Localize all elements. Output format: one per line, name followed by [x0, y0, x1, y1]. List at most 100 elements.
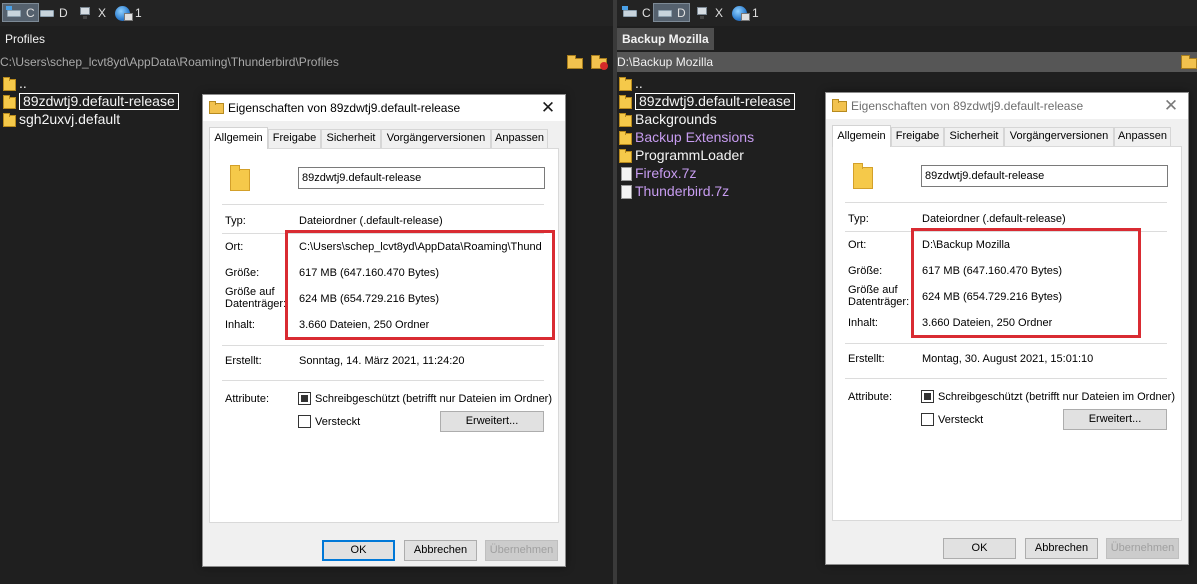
- contents-value: 3.660 Dateien, 250 Ordner: [299, 319, 430, 331]
- drive-1-button[interactable]: 1: [729, 3, 762, 22]
- path-bar: D:\Backup Mozilla: [617, 52, 1197, 72]
- drive-letter: X: [98, 5, 107, 20]
- dialog-titlebar[interactable]: Eigenschaften von 89zdwtj9.default-relea…: [203, 95, 565, 121]
- current-path[interactable]: D:\Backup Mozilla: [617, 55, 713, 69]
- ok-button[interactable]: OK: [322, 540, 395, 561]
- list-item[interactable]: sgh2uxvj.default: [2, 110, 120, 128]
- contents-value: 3.660 Dateien, 250 Ordner: [922, 317, 1053, 329]
- hidden-label[interactable]: Versteckt: [938, 414, 983, 426]
- location-value: D:\Backup Mozilla: [922, 239, 1011, 251]
- drive-letter: 1: [752, 5, 759, 20]
- dialog-titlebar[interactable]: Eigenschaften von 89zdwtj9.default-relea…: [826, 93, 1188, 119]
- cancel-button[interactable]: Abbrechen: [1025, 538, 1098, 559]
- attributes-label: Attribute:: [848, 391, 893, 403]
- location-label: Ort:: [848, 239, 867, 251]
- network-drive-icon: [78, 6, 95, 19]
- pane-tab-bar: Backup Mozilla: [617, 28, 1197, 50]
- attributes-label: Attribute:: [225, 393, 270, 405]
- list-item[interactable]: ProgrammLoader: [618, 146, 744, 164]
- tab-vorgaengerversionen[interactable]: Vorgängerversionen: [1004, 127, 1114, 146]
- apply-button[interactable]: Übernehmen: [1106, 538, 1179, 559]
- apply-button[interactable]: Übernehmen: [485, 540, 558, 561]
- properties-dialog-left: Eigenschaften von 89zdwtj9.default-relea…: [202, 94, 566, 567]
- drive-d-button[interactable]: D: [36, 3, 71, 22]
- readonly-label[interactable]: Schreibgeschützt (betrifft nur Dateien i…: [938, 391, 1175, 403]
- drive-icon: [657, 6, 674, 19]
- list-item[interactable]: Firefox.7z: [618, 164, 696, 182]
- divider: [222, 233, 544, 234]
- folder-name-input[interactable]: [921, 165, 1168, 187]
- tab-allgemein[interactable]: Allgemein: [832, 125, 891, 147]
- list-item[interactable]: Backup Extensions: [618, 128, 754, 146]
- system-drive-icon: [622, 6, 639, 19]
- tab-sicherheit[interactable]: Sicherheit: [944, 127, 1004, 146]
- drive-bar: C D X 1: [0, 0, 613, 26]
- path-bar: C:\Users\schep_lcvt8yd\AppData\Roaming\T…: [0, 52, 613, 72]
- cancel-button[interactable]: Abbrechen: [404, 540, 477, 561]
- folder-icon: [618, 112, 632, 127]
- type-label: Typ:: [848, 213, 869, 225]
- drive-x-button[interactable]: X: [692, 3, 726, 22]
- close-icon[interactable]: ✕: [537, 98, 559, 118]
- tab-vorgaengerversionen[interactable]: Vorgängerversionen: [381, 129, 491, 148]
- properties-dialog-right: Eigenschaften von 89zdwtj9.default-relea…: [825, 92, 1189, 565]
- folder-icon: [209, 101, 224, 114]
- folder-icon[interactable]: [566, 54, 584, 70]
- divider: [222, 204, 544, 205]
- contents-label: Inhalt:: [225, 319, 255, 331]
- readonly-checkbox[interactable]: [298, 392, 311, 405]
- list-item[interactable]: ..: [2, 74, 27, 92]
- size-on-disk-value: 624 MB (654.729.216 Bytes): [922, 291, 1063, 303]
- folder-icon: [2, 94, 16, 109]
- tab-freigabe[interactable]: Freigabe: [891, 127, 944, 146]
- tab-anpassen[interactable]: Anpassen: [491, 129, 548, 148]
- size-on-disk-label-line2: Datenträger:: [848, 296, 910, 308]
- tab-profiles[interactable]: Profiles: [0, 28, 50, 50]
- close-icon[interactable]: ✕: [1160, 96, 1182, 116]
- folder-icon: [230, 165, 250, 191]
- hidden-checkbox[interactable]: [298, 415, 311, 428]
- type-label: Typ:: [225, 215, 246, 227]
- size-value: 617 MB (647.160.470 Bytes): [299, 267, 440, 279]
- created-value: Montag, 30. August 2021, 15:01:10: [922, 353, 1094, 365]
- drive-d-button[interactable]: D: [653, 3, 690, 22]
- advanced-button[interactable]: Erweitert...: [1063, 409, 1167, 430]
- tab-sicherheit[interactable]: Sicherheit: [321, 129, 381, 148]
- readonly-label[interactable]: Schreibgeschützt (betrifft nur Dateien i…: [315, 393, 552, 405]
- pane-tab-bar: Profiles: [0, 28, 613, 50]
- drive-letter: C: [26, 5, 35, 20]
- list-item-selected[interactable]: 89zdwtj9.default-release: [2, 92, 179, 110]
- list-item[interactable]: ..: [618, 74, 643, 92]
- drive-c-button[interactable]: C: [619, 3, 654, 22]
- advanced-button[interactable]: Erweitert...: [440, 411, 544, 432]
- drive-letter: C: [642, 5, 651, 20]
- dialog-title: Eigenschaften von 89zdwtj9.default-relea…: [228, 101, 461, 115]
- drive-x-button[interactable]: X: [75, 3, 109, 22]
- current-path[interactable]: C:\Users\schep_lcvt8yd\AppData\Roaming\T…: [0, 55, 339, 69]
- tab-freigabe[interactable]: Freigabe: [268, 129, 321, 148]
- drive-1-button[interactable]: 1: [112, 3, 145, 22]
- folder-name-input[interactable]: [298, 167, 545, 189]
- drive-icon: [39, 6, 56, 19]
- folder-icon: [853, 163, 873, 189]
- drive-c-button[interactable]: C: [2, 3, 39, 22]
- readonly-checkbox[interactable]: [921, 390, 934, 403]
- list-item[interactable]: Thunderbird.7z: [618, 182, 729, 200]
- favorite-folder-icon[interactable]: [590, 54, 608, 70]
- hidden-checkbox[interactable]: [921, 413, 934, 426]
- tab-backup-mozilla[interactable]: Backup Mozilla: [617, 28, 714, 50]
- ok-button[interactable]: OK: [943, 538, 1016, 559]
- folder-icon[interactable]: [1180, 54, 1197, 70]
- tab-allgemein[interactable]: Allgemein: [209, 127, 268, 149]
- list-item-selected[interactable]: 89zdwtj9.default-release: [618, 92, 795, 110]
- globe-network-icon: [732, 6, 750, 21]
- tab-anpassen[interactable]: Anpassen: [1114, 127, 1171, 146]
- divider: [845, 343, 1167, 344]
- general-tab-panel: Typ: Dateiordner (.default-release) Ort:…: [832, 146, 1182, 521]
- size-value: 617 MB (647.160.470 Bytes): [922, 265, 1063, 277]
- list-item[interactable]: Backgrounds: [618, 110, 717, 128]
- file-icon: [618, 184, 632, 199]
- hidden-label[interactable]: Versteckt: [315, 416, 360, 428]
- size-on-disk-label-line1: Größe auf: [225, 286, 275, 298]
- drive-letter: 1: [135, 5, 142, 20]
